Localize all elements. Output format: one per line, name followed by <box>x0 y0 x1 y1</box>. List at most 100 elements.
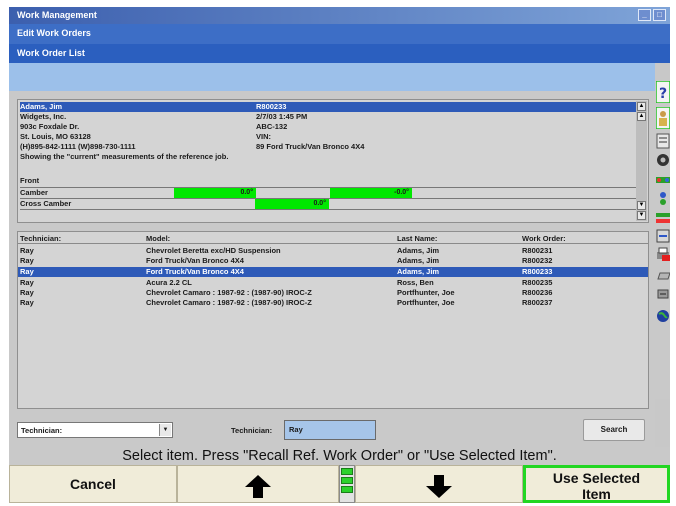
report-icon[interactable] <box>656 267 670 281</box>
detail-row: St. Louis, MO 63128 VIN: <box>20 132 271 142</box>
wheel-icon[interactable] <box>656 153 670 167</box>
section-front-label: Front <box>20 176 40 185</box>
details-scrollbar[interactable]: ▲ ▲ ▼ ▼ <box>636 101 647 221</box>
detail-date: 2/7/03 1:45 PM <box>256 112 308 121</box>
cross-camber-label: Cross Camber <box>20 199 72 208</box>
cell-last-name: Adams, Jim <box>397 256 440 265</box>
header-model[interactable]: Model: <box>146 234 170 243</box>
header-band <box>9 63 655 91</box>
edit-work-orders-bar: Edit Work Orders <box>9 24 670 44</box>
scroll-down-arrow[interactable]: ▼ <box>637 201 646 210</box>
cross-camber-value: 0.0° <box>255 199 329 209</box>
scroll-up-arrow[interactable]: ▲ <box>637 102 646 111</box>
work-order-list-title: Work Order List <box>17 48 85 58</box>
cell-work-order: R800231 <box>522 246 553 255</box>
cancel-button[interactable]: Cancel <box>9 465 177 503</box>
tools-icon[interactable] <box>656 287 670 301</box>
detail-row: (H)895-842-1111 (W)898-730-1111 89 Ford … <box>20 142 364 152</box>
work-order-table: Technician: Model: Last Name: Work Order… <box>17 231 649 409</box>
maximize-button[interactable]: □ <box>653 9 666 21</box>
cell-work-order: R800235 <box>522 278 553 287</box>
section-label: Front <box>20 176 39 186</box>
table-row[interactable]: Ray Ford Truck/Van Bronco 4X4 Adams, Jim… <box>18 256 648 266</box>
window-controls: _ □ <box>638 9 666 21</box>
city-line: St. Louis, MO 63128 <box>20 132 91 141</box>
adjustments-icon[interactable] <box>656 229 670 243</box>
indicator-segment <box>341 477 353 484</box>
cell-model: Chevrolet Beretta exc/HD Suspension <box>146 246 281 255</box>
divider <box>20 209 638 210</box>
arrow-up-stem <box>253 487 263 498</box>
company-name: Widgets, Inc. <box>20 112 67 121</box>
cell-model: Ford Truck/Van Bronco 4X4 <box>146 256 244 265</box>
app-window: Work Management _ □ Edit Work Orders Wor… <box>9 7 670 503</box>
header-technician[interactable]: Technician: <box>20 234 61 243</box>
table-row-selected[interactable]: Ray Ford Truck/Van Bronco 4X4 Adams, Jim… <box>18 267 648 277</box>
camber-right-value: -0.0° <box>330 188 412 198</box>
edit-work-orders-title: Edit Work Orders <box>17 28 91 38</box>
header-work-order[interactable]: Work Order: <box>522 234 566 243</box>
detail-row: Adams, Jim R800233 <box>20 102 638 112</box>
globe-icon[interactable] <box>656 309 670 323</box>
cell-work-order: R800233 <box>522 267 553 276</box>
main-content: Adams, Jim R800233 Widgets, Inc. 2/7/03 … <box>9 91 655 447</box>
use-selected-label-line1: Use Selected <box>552 470 641 486</box>
cell-model: Ford Truck/Van Bronco 4X4 <box>146 267 244 276</box>
phone-line: (H)895-842-1111 (W)898-730-1111 <box>20 142 136 151</box>
arrow-down-stem <box>434 475 444 486</box>
work-order-details: Adams, Jim R800233 Widgets, Inc. 2/7/03 … <box>17 99 649 223</box>
table-row[interactable]: Ray Chevrolet Camaro : 1987-92 : (1987-9… <box>18 298 648 308</box>
cell-technician: Ray <box>20 267 34 276</box>
vehicle-line: 89 Ford Truck/Van Bronco 4X4 <box>256 142 365 151</box>
technician-icon[interactable] <box>656 107 670 129</box>
detail-row: Widgets, Inc. 2/7/03 1:45 PM <box>20 112 307 122</box>
table-row[interactable]: Ray Acura 2.2 CL Ross, Ben R800235 <box>18 278 648 288</box>
move-down-button[interactable] <box>355 465 523 503</box>
function-button-bar: Cancel Use Selected Item <box>9 465 670 503</box>
svg-text:?: ? <box>659 86 667 102</box>
right-toolbar: ? <box>655 81 670 399</box>
cell-last-name: Portfhunter, Joe <box>397 288 455 297</box>
camber-label: Camber <box>20 188 48 197</box>
search-button[interactable]: Search <box>583 419 645 441</box>
arrow-up-icon <box>245 475 271 487</box>
table-row[interactable]: Ray Chevrolet Camaro : 1987-92 : (1987-9… <box>18 288 648 298</box>
window-title: Work Management <box>17 10 97 20</box>
cell-last-name: Adams, Jim <box>397 267 440 276</box>
chevron-down-icon[interactable]: ▼ <box>159 424 171 436</box>
cell-technician: Ray <box>20 278 34 287</box>
print-icon[interactable] <box>656 247 670 261</box>
scroll-up-arrow[interactable]: ▲ <box>637 112 646 121</box>
work-order-list-bar: Work Order List <box>9 44 670 63</box>
cell-work-order: R800237 <box>522 298 553 307</box>
cell-technician: Ray <box>20 288 34 297</box>
use-selected-label-line2: Item <box>582 486 611 502</box>
scroll-down-arrow[interactable]: ▼ <box>637 211 646 220</box>
technician-search-input[interactable]: Ray <box>284 420 376 440</box>
work-order-icon[interactable] <box>656 133 670 149</box>
detail-row: Showing the "current" measurements of th… <box>20 152 228 162</box>
vehicle-specs-icon[interactable] <box>656 173 670 187</box>
cell-work-order: R800236 <box>522 288 553 297</box>
minimize-button[interactable]: _ <box>638 9 651 21</box>
alignment-icon[interactable] <box>656 191 670 205</box>
use-selected-item-button[interactable]: Use Selected Item <box>523 465 670 503</box>
help-icon[interactable]: ? <box>656 81 670 103</box>
cell-technician: Ray <box>20 246 34 255</box>
cancel-label: Cancel <box>70 476 116 492</box>
move-up-button[interactable] <box>177 465 339 503</box>
cell-technician: Ray <box>20 298 34 307</box>
header-last-name[interactable]: Last Name: <box>397 234 437 243</box>
instruction-prompt: Select item. Press "Recall Ref. Work Ord… <box>9 447 670 465</box>
filter-field-select[interactable]: Technician: ▼ <box>17 422 173 438</box>
position-indicator <box>339 465 355 503</box>
technician-label: Technician: <box>231 426 273 435</box>
cell-model: Chevrolet Camaro : 1987-92 : (1987-90) I… <box>146 298 312 307</box>
measurements-icon[interactable] <box>656 211 670 225</box>
indicator-segment <box>341 486 353 493</box>
table-row[interactable]: Ray Chevrolet Beretta exc/HD Suspension … <box>18 246 648 256</box>
license-plate: ABC-132 <box>256 122 288 131</box>
filter-field-value: Technician: <box>21 426 63 435</box>
camber-row: Camber <box>20 188 48 198</box>
cell-technician: Ray <box>20 256 34 265</box>
